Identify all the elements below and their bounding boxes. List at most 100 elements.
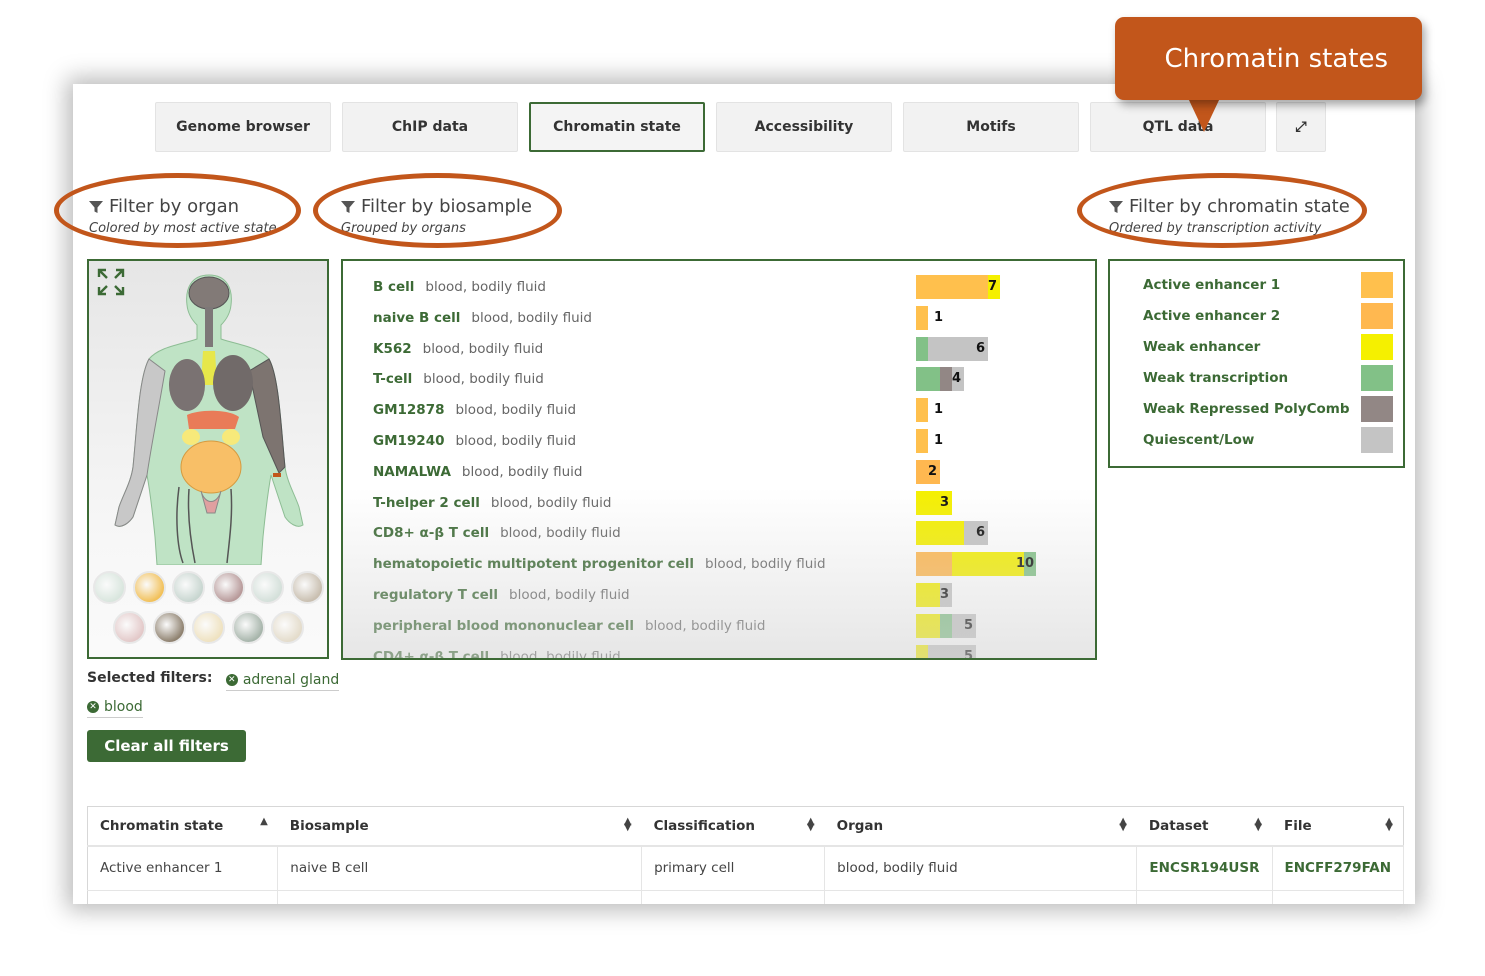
biosample-state-bar[interactable] — [916, 429, 928, 453]
bar-segment — [916, 336, 928, 361]
left-lung[interactable] — [169, 359, 205, 411]
sort-icon[interactable]: ▲ ▼ — [1254, 817, 1262, 833]
organ-thumbnail[interactable] — [290, 571, 324, 604]
biosample-organ: blood, bodily fluid — [423, 371, 544, 388]
file-link[interactable]: ENCFF279FAN — [1272, 846, 1405, 891]
sort-icon[interactable]: ▲ ▼ — [807, 817, 815, 833]
bar-count-label: 10 — [1016, 556, 1035, 572]
organ-thumbnail[interactable] — [211, 571, 245, 604]
human-body-diagram[interactable] — [99, 267, 319, 565]
biosample-name: T-cell — [373, 371, 413, 388]
column-label: Organ — [836, 818, 884, 834]
column-header-chromatin-state[interactable]: Chromatin state ▲ — [87, 806, 278, 847]
tab-qtl-data[interactable]: QTL data — [1090, 102, 1266, 152]
biosample-name: naive B cell — [373, 309, 461, 326]
right-lung[interactable] — [213, 355, 253, 411]
biosample-organ: blood, bodily fluid — [500, 648, 621, 660]
organ-thumbnail[interactable] — [172, 571, 205, 604]
dataset-link[interactable]: ENCSR194USR — [1136, 846, 1273, 891]
liver-organ[interactable] — [187, 410, 239, 429]
bar-segment — [916, 521, 964, 546]
column-header-organ[interactable]: Organ ▲ ▼ — [824, 806, 1137, 847]
brain-organ[interactable] — [188, 276, 230, 310]
remove-filter-icon[interactable]: ✕ — [87, 701, 99, 713]
chromatin-state-item[interactable]: Weak transcription — [1143, 365, 1393, 391]
organ-thumbnail[interactable] — [152, 611, 186, 644]
biosample-name: hematopoietic multipotent progenitor cel… — [373, 556, 695, 573]
sort-icon[interactable]: ▲ ▼ — [624, 817, 632, 833]
bar-segment — [916, 398, 928, 423]
spinal-cord[interactable] — [205, 307, 213, 347]
biosample-item[interactable]: GM19240 blood, bodily fluid — [373, 429, 1073, 453]
tab-label: Chromatin state — [553, 119, 681, 135]
biosample-state-bar[interactable] — [916, 398, 928, 423]
remove-filter-icon[interactable]: ✕ — [225, 674, 238, 686]
organ-thumbnail[interactable] — [231, 611, 265, 644]
chromatin-state-item[interactable]: Weak Repressed PolyComb — [1143, 396, 1393, 422]
adrenal-left[interactable] — [182, 429, 200, 445]
column-header-dataset[interactable]: Dataset ▲ ▼ — [1136, 806, 1273, 847]
table-row: Active enhancer 1 naive B cell primary c… — [87, 846, 1405, 891]
bar-count-label: 1 — [934, 309, 944, 325]
tab-chip-data[interactable]: ChIP data — [342, 102, 518, 152]
chromatin-state-item[interactable]: Quiescent/Low — [1143, 427, 1393, 453]
bar-segment — [952, 552, 1024, 577]
biosample-filter-panel: B cell blood, bodily fluid 7 naive B cell bl… — [341, 259, 1097, 660]
biosample-state-bar[interactable] — [916, 305, 928, 330]
intestine-organ[interactable] — [180, 440, 242, 494]
biosample-organ: blood, bodily fluid — [425, 279, 546, 295]
filter-subtitle: Ordered by transcription activity — [1109, 221, 1322, 236]
chromatin-state-label: Quiescent/Low — [1143, 432, 1255, 448]
chromatin-state-item[interactable]: Active enhancer 2 — [1143, 303, 1393, 329]
filter-chip-adrenal-gland[interactable]: ✕ adrenal gland — [225, 672, 340, 691]
adrenal-right[interactable] — [222, 429, 240, 445]
column-label: File — [1284, 818, 1312, 834]
column-header-file[interactable]: File ▲ ▼ — [1272, 806, 1404, 847]
chromatin-state-panel: Active enhancer 1 Active enhancer 2 Weak e… — [1108, 259, 1405, 468]
tab-motifs[interactable]: Motifs — [903, 102, 1079, 152]
biosample-item[interactable]: naive B cell blood, bodily fluid — [373, 306, 1073, 330]
filter-funnel-icon — [1109, 200, 1123, 213]
column-header-biosample[interactable]: Biosample ▲ ▼ — [277, 806, 642, 847]
filter-chip-blood[interactable]: ✕ blood — [87, 699, 143, 718]
biosample-item[interactable]: T-helper 2 cell blood, bodily fluid — [373, 491, 1073, 515]
biosample-item[interactable]: T-cell blood, bodily fluid — [373, 367, 1073, 391]
organ-thumbnail[interactable] — [192, 611, 225, 644]
chromatin-state-item[interactable]: Weak enhancer — [1143, 334, 1393, 360]
expand-tab-button[interactable]: ⤢ — [1276, 102, 1326, 152]
biosample-name: T-helper 2 cell — [373, 494, 480, 511]
file-link[interactable] — [1272, 890, 1405, 904]
biosample-name: NAMALWA — [373, 463, 451, 480]
filter-funnel-icon — [89, 200, 103, 213]
organ-thumbnail[interactable] — [93, 571, 126, 604]
biosample-item[interactable]: GM12878 blood, bodily fluid — [373, 398, 1073, 422]
column-label: Biosample — [289, 818, 369, 834]
biosample-organ: blood, bodily fluid — [705, 556, 826, 573]
clear-all-filters-button[interactable]: Clear all filters — [87, 730, 246, 762]
state-color-swatch — [1361, 365, 1393, 391]
fullscreen-expand-icon[interactable] — [96, 267, 126, 297]
organ-thumbnail[interactable] — [132, 571, 166, 604]
chromatin-state-item[interactable]: Active enhancer 1 — [1143, 272, 1393, 298]
biosample-item[interactable]: regulatory T cell blood, bodily fluid — [373, 583, 1073, 607]
bar-count-label: 2 — [928, 463, 938, 479]
tab-label: ChIP data — [391, 119, 469, 135]
cell-biosample: naive B cell — [277, 846, 643, 891]
tab-accessibility[interactable]: Accessibility — [716, 102, 892, 152]
column-label: Dataset — [1148, 818, 1209, 834]
organ-thumbnail[interactable] — [271, 611, 304, 644]
organ-thumbnail[interactable] — [251, 571, 284, 604]
sort-icon[interactable]: ▲ ▼ — [1385, 817, 1393, 833]
column-label: Classification — [653, 818, 755, 834]
column-header-classification[interactable]: Classification ▲ ▼ — [641, 806, 825, 847]
dataset-link[interactable] — [1136, 890, 1273, 904]
tab-genome-browser[interactable]: Genome browser — [155, 102, 331, 152]
organ-thumbnail[interactable] — [113, 611, 146, 644]
biosample-item[interactable]: NAMALWA blood, bodily fluid — [373, 460, 1073, 484]
sort-icon[interactable]: ▲ ▼ — [1119, 817, 1127, 833]
biosample-name: CD4+ α-β T cell — [373, 648, 490, 660]
biosample-organ: blood, bodily fluid — [455, 402, 577, 419]
sort-ascending-icon[interactable]: ▲ — [260, 817, 268, 827]
bar-count-label: 1 — [934, 402, 944, 418]
tab-chromatin-state[interactable]: Chromatin state — [529, 102, 705, 152]
